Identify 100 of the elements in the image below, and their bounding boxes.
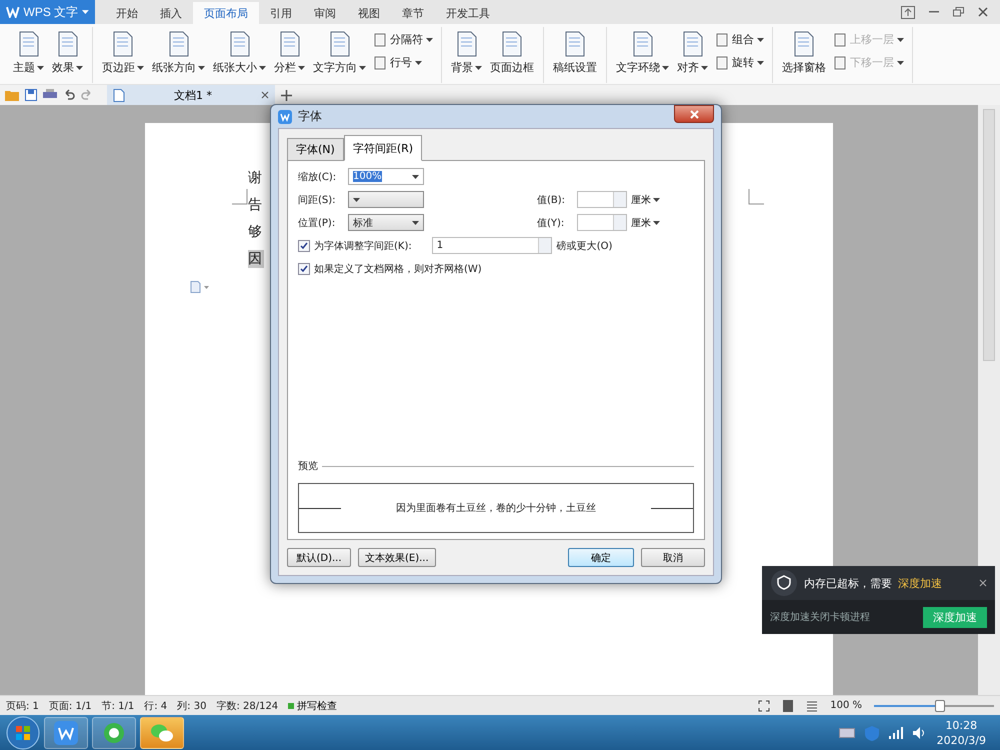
field-label: 磅或更大(O) — [556, 240, 612, 252]
page-icon — [833, 56, 847, 70]
menu-tab[interactable]: 开发工具 — [435, 2, 501, 24]
caret-icon — [653, 198, 660, 202]
browser-icon — [102, 721, 126, 745]
signal-icon[interactable] — [888, 727, 903, 739]
ribbon-button[interactable]: 行号 — [371, 54, 435, 71]
ribbon-button[interactable]: 文字方向 — [310, 31, 369, 75]
menu-tab[interactable]: 引用 — [259, 2, 303, 24]
close-button[interactable] — [674, 105, 714, 123]
menu-tab[interactable]: 审阅 — [303, 2, 347, 24]
upload-icon[interactable] — [901, 6, 915, 18]
caret-icon — [412, 174, 419, 178]
app-menu-button[interactable]: WPS 文字 — [0, 0, 95, 24]
close-icon[interactable] — [978, 7, 988, 17]
ribbon-button[interactable]: 页边距 — [99, 31, 147, 75]
corner-mark-icon — [748, 189, 764, 205]
status-text: 字数: 28/124 — [216, 700, 278, 712]
spacing-value-field[interactable] — [577, 191, 627, 208]
taskbar-app-button[interactable] — [140, 717, 184, 749]
start-button-icon[interactable] — [6, 716, 40, 750]
page-icon — [792, 31, 816, 57]
kerning-field[interactable]: 1 — [432, 237, 552, 254]
paragraph-icon[interactable] — [190, 281, 210, 293]
scrollbar[interactable] — [978, 105, 1000, 695]
undo-icon[interactable] — [63, 89, 75, 101]
caret-icon — [198, 66, 205, 70]
speaker-icon[interactable] — [912, 727, 927, 739]
checkbox[interactable] — [298, 240, 310, 252]
page-icon — [56, 31, 80, 57]
dialog-button[interactable]: 取消 — [641, 548, 705, 567]
ribbon-button[interactable]: 文字环绕 — [613, 31, 672, 75]
document-text: 因 — [248, 250, 264, 268]
notification-highlight: 深度加速 — [898, 576, 942, 590]
clock[interactable]: 10:28 2020/3/9 — [936, 718, 986, 748]
field-label: 缩放(C): — [298, 170, 338, 184]
status-text: 行: 4 — [144, 700, 168, 712]
ribbon-button[interactable]: 页面边框 — [487, 31, 537, 75]
ribbon-button[interactable]: 背景 — [448, 31, 485, 75]
dialog-button[interactable]: 默认(D)... — [287, 548, 351, 567]
caret-icon — [757, 60, 764, 64]
scale-dropdown[interactable]: 100% — [348, 168, 424, 185]
status-text: 节: 1/1 — [102, 700, 134, 712]
dialog-tab[interactable]: 字符间距(R) — [344, 135, 422, 161]
page-view-icon[interactable] — [782, 700, 794, 712]
ribbon-button[interactable]: 组合 — [713, 31, 766, 48]
field-label: 位置(P): — [298, 216, 336, 230]
ribbon-button[interactable]: 主题 — [10, 31, 47, 75]
ribbon-button[interactable]: 效果 — [49, 31, 86, 75]
print-icon[interactable] — [43, 89, 57, 101]
menu-tab[interactable]: 章节 — [391, 2, 435, 24]
status-text: 页面: 1/1 — [48, 700, 92, 712]
caret-icon — [653, 220, 660, 224]
menu-tab[interactable]: 开始 — [105, 2, 149, 24]
menu-tab[interactable]: 视图 — [347, 2, 391, 24]
position-value-field[interactable] — [577, 214, 627, 231]
outline-view-icon[interactable] — [806, 700, 818, 712]
dialog-tab[interactable]: 字体(N) — [287, 138, 344, 161]
ribbon-button[interactable]: 对齐 — [674, 31, 711, 75]
ribbon-button[interactable]: 纸张方向 — [149, 31, 208, 75]
ribbon-button[interactable]: 分栏 — [271, 31, 308, 75]
keyboard-icon[interactable] — [838, 728, 855, 738]
ribbon-button[interactable]: 稿纸设置 — [550, 31, 600, 75]
page-icon — [111, 31, 135, 57]
page-icon — [715, 32, 729, 46]
add-tab-icon[interactable] — [281, 90, 292, 100]
page-icon — [228, 31, 252, 57]
caret-icon — [662, 66, 669, 70]
save-icon[interactable] — [25, 89, 37, 101]
close-icon[interactable] — [979, 579, 987, 587]
ribbon-button[interactable]: 选择窗格 — [779, 31, 829, 75]
ribbon-button[interactable]: 分隔符 — [371, 31, 435, 48]
checkbox[interactable] — [298, 262, 310, 274]
notification-text: 深度加速关闭卡顿进程 — [770, 610, 870, 624]
fullscreen-icon[interactable] — [758, 700, 770, 712]
position-dropdown[interactable]: 标准 — [348, 214, 424, 231]
unit-dropdown[interactable]: 厘米 — [631, 216, 660, 230]
caret-icon — [897, 60, 904, 64]
page-icon — [563, 31, 587, 57]
checkbox-label: 为字体调整字间距(K): — [314, 240, 412, 252]
document-tab[interactable]: 文档1 * — [107, 85, 275, 105]
ribbon-button[interactable]: 纸张大小 — [210, 31, 269, 75]
menu-tab[interactable]: 页面布局 — [193, 2, 259, 24]
ribbon-button[interactable]: 旋转 — [713, 54, 766, 71]
restore-icon[interactable] — [953, 7, 964, 17]
caret-icon — [37, 66, 44, 70]
menu-tab[interactable]: 插入 — [149, 2, 193, 24]
close-icon — [690, 110, 698, 118]
spacing-dropdown[interactable] — [348, 191, 424, 208]
caret-icon — [76, 66, 83, 70]
taskbar-app-button[interactable] — [44, 717, 88, 749]
dialog-button[interactable]: 文本效果(E)... — [358, 548, 436, 567]
unit-dropdown[interactable]: 厘米 — [631, 192, 660, 206]
minimize-icon[interactable] — [929, 11, 939, 13]
document-text: 谢 — [248, 169, 263, 187]
caret-icon — [475, 66, 482, 70]
spell-check-button[interactable]: 拼写检查 — [288, 698, 338, 712]
dialog-button[interactable]: 确定 — [568, 548, 634, 567]
close-icon[interactable] — [261, 91, 269, 99]
taskbar-app-button[interactable] — [92, 717, 136, 749]
